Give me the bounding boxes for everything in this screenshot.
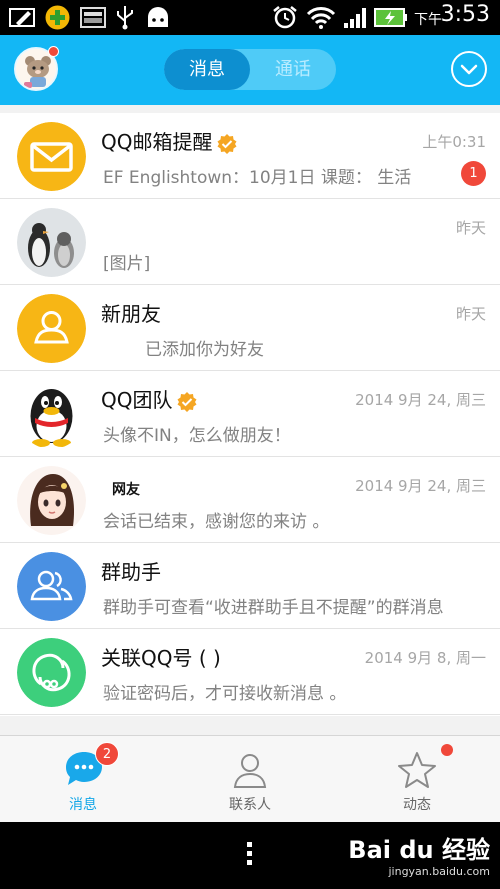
alarm-icon xyxy=(273,6,297,29)
battery-charging-icon xyxy=(374,8,407,27)
conversation-item[interactable]: 群助手 群助手可查看“收进群助手且不提醒”的群消息 xyxy=(0,543,500,629)
messages-unread-badge: 2 xyxy=(95,742,119,766)
conversation-preview: 头像不IN，怎么做朋友！ xyxy=(103,426,291,446)
conversation-preview: [图片] xyxy=(103,254,151,274)
status-ampm: 下午 xyxy=(414,12,442,28)
watermark: Bai du 经验 jingyan.baidu.com xyxy=(348,830,490,878)
overflow-menu-icon[interactable] xyxy=(246,842,254,869)
verified-badge-icon xyxy=(177,391,197,412)
linked-accounts-icon xyxy=(17,638,86,707)
conversation-name: QQ团队 xyxy=(101,384,198,413)
qq-penguin-icon xyxy=(17,380,86,449)
person-outline-icon xyxy=(17,294,86,363)
cartoon-girl-avatar xyxy=(17,466,86,535)
android-icon xyxy=(148,7,168,27)
watermark-url: jingyan.baidu.com xyxy=(388,865,490,878)
conversation-list: QQ邮箱提醒 上午0:31 EF Englishtown：10月1日 课题： 生… xyxy=(0,105,500,735)
tab-messages-bottom[interactable]: 2 消息 xyxy=(0,736,166,823)
plus-app-icon xyxy=(45,5,70,30)
tab-calls[interactable]: 通话 xyxy=(250,49,336,90)
usb-icon xyxy=(117,6,133,30)
conversation-preview: 已添加你为好友 xyxy=(145,340,264,360)
contact-person-icon xyxy=(233,754,267,788)
tab-label: 消息 xyxy=(69,797,97,813)
tab-contacts[interactable]: 联系人 xyxy=(167,736,333,823)
conversation-name-text: QQ团队 xyxy=(101,388,173,412)
conversation-preview: 群助手可查看“收进群助手且不提醒”的群消息 xyxy=(103,598,444,618)
conversation-time: 昨天 xyxy=(455,219,486,237)
tab-label: 动态 xyxy=(403,797,431,813)
conversation-item[interactable]: QQ邮箱提醒 上午0:31 EF Englishtown：10月1日 课题： 生… xyxy=(0,113,500,199)
chevron-down-icon xyxy=(460,64,478,75)
app-header: 消息 通话 xyxy=(0,35,500,105)
message-call-switch: 消息 通话 xyxy=(164,49,336,90)
conversation-name: 群助手 xyxy=(101,560,161,584)
conversation-name: QQ邮箱提醒 xyxy=(101,126,238,155)
system-nav-bar: Bai du 经验 jingyan.baidu.com xyxy=(0,822,500,889)
conversation-item[interactable]: 昨天 [图片] xyxy=(0,199,500,285)
conversation-item[interactable]: 网友 2014 9月 24, 周三 会话已结束，感谢您的来访 。 xyxy=(0,457,500,543)
feeds-notification-dot xyxy=(441,744,453,756)
image-icon xyxy=(80,7,106,28)
group-people-icon xyxy=(17,552,86,621)
wifi-icon xyxy=(306,7,336,29)
conversation-item[interactable]: 新朋友 昨天 已添加你为好友 xyxy=(0,285,500,371)
verified-badge-icon xyxy=(217,133,237,154)
conversation-name: 网友 xyxy=(112,482,140,498)
conversation-time: 上午0:31 xyxy=(422,133,486,151)
status-time: 3:53 xyxy=(440,2,490,27)
tab-feeds[interactable]: 动态 xyxy=(334,736,500,823)
star-icon xyxy=(398,752,436,788)
penguins-photo-avatar xyxy=(17,208,86,277)
conversation-time: 昨天 xyxy=(455,305,486,323)
unread-count-badge: 1 xyxy=(461,161,486,186)
conversation-name: 关联QQ号 ( ) xyxy=(101,646,221,670)
list-bottom-divider xyxy=(0,716,500,735)
conversation-preview: 验证密码后，才可接收新消息 。 xyxy=(103,684,347,704)
mail-envelope-icon xyxy=(17,122,86,191)
watermark-title: Bai du 经验 xyxy=(348,836,490,864)
status-bar: 下午 3:53 xyxy=(0,0,500,35)
conversation-item[interactable]: 关联QQ号 ( ) 2014 9月 8, 周一 验证密码后，才可接收新消息 。 xyxy=(0,629,500,715)
conversation-time: 2014 9月 24, 周三 xyxy=(355,477,486,495)
conversation-name: 新朋友 xyxy=(101,302,161,326)
more-options-button[interactable] xyxy=(451,51,487,87)
conversation-name-text: QQ邮箱提醒 xyxy=(101,130,213,154)
bottom-tab-bar: 2 消息 联系人 动态 xyxy=(0,735,500,822)
avatar-notification-dot xyxy=(48,46,59,57)
tab-label: 联系人 xyxy=(229,797,271,813)
conversation-preview: 会话已结束，感谢您的来访 。 xyxy=(103,512,330,532)
conversation-item[interactable]: QQ团队 2014 9月 24, 周三 头像不IN，怎么做朋友！ xyxy=(0,371,500,457)
screen-edit-icon xyxy=(9,8,35,27)
signal-icon xyxy=(344,8,366,28)
conversation-time: 2014 9月 24, 周三 xyxy=(355,391,486,409)
conversation-preview: EF Englishtown：10月1日 课题： 生活 xyxy=(103,168,412,188)
tab-messages[interactable]: 消息 xyxy=(164,49,250,90)
conversation-time: 2014 9月 8, 周一 xyxy=(364,649,486,667)
